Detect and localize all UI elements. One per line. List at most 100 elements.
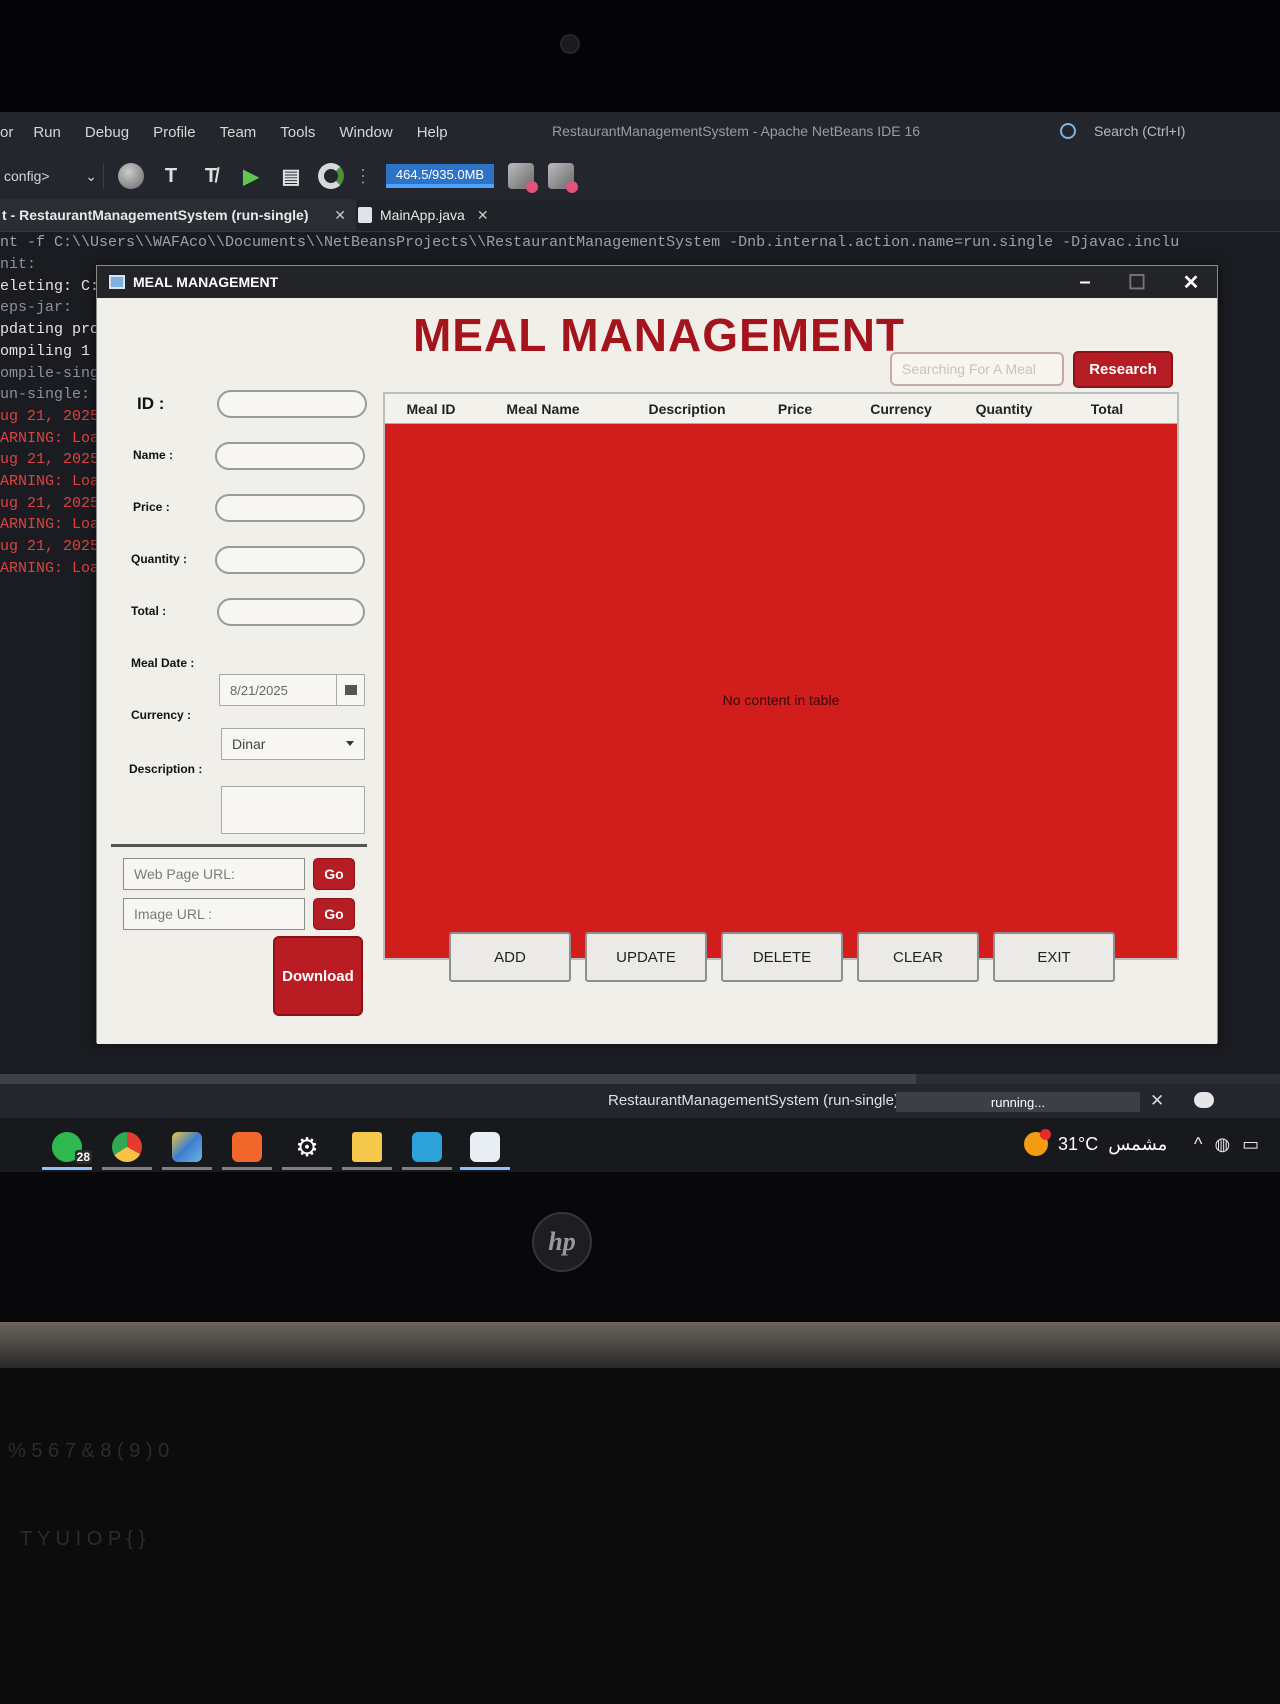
update-button[interactable]: UPDATE	[585, 932, 707, 982]
close-icon[interactable]: ✕	[334, 207, 346, 224]
ide-toolbar: config> ⌄ T T̸ ▶ ▤ ⋮ 464.5/935.0MB	[0, 152, 1280, 200]
console-lines: nit: eleting: C: eps-jar: pdating pro ompili…	[0, 254, 99, 580]
quantity-field[interactable]	[215, 546, 365, 574]
whatsapp-icon[interactable]: 28	[38, 1124, 96, 1170]
file-icon	[358, 207, 372, 223]
xampp-icon[interactable]	[218, 1124, 276, 1170]
name-field[interactable]	[215, 442, 365, 470]
menu-profile[interactable]: Profile	[153, 124, 196, 141]
web-url-placeholder: Web Page URL:	[134, 866, 235, 882]
laptop-bezel-top	[0, 0, 1280, 112]
console-line: ug 21, 2025	[0, 494, 100, 512]
stop-run-icon[interactable]: ✕	[1150, 1091, 1164, 1111]
horizontal-scrollbar-thumb[interactable]	[0, 1074, 916, 1084]
menu-help[interactable]: Help	[417, 124, 448, 141]
meals-table[interactable]: Meal ID Meal Name Description Price Curr…	[383, 392, 1179, 960]
profile-icon[interactable]	[318, 163, 344, 189]
page-title: MEAL MANAGEMENT	[412, 309, 906, 361]
column-description[interactable]: Description	[607, 401, 767, 417]
close-icon[interactable]: ✕	[477, 207, 489, 224]
app-icon[interactable]	[398, 1124, 456, 1170]
menu-source[interactable]: or	[0, 124, 13, 141]
calendar-icon[interactable]	[336, 675, 364, 705]
description-label: Description :	[129, 762, 203, 776]
run-icon[interactable]: ▶	[238, 163, 264, 189]
maximize-icon[interactable]: ☐	[1117, 268, 1157, 296]
minimize-icon[interactable]: –	[1065, 268, 1105, 296]
console-line: ARNING: Loa	[0, 473, 100, 491]
total-field[interactable]	[217, 598, 365, 626]
gc-icon[interactable]	[508, 163, 538, 193]
description-field[interactable]	[221, 786, 365, 834]
column-currency[interactable]: Currency	[855, 401, 947, 417]
menu-run[interactable]: Run	[33, 124, 61, 141]
column-total[interactable]: Total	[1065, 401, 1149, 417]
globe-icon[interactable]: ◍	[1214, 1134, 1230, 1155]
sun-icon	[1024, 1129, 1051, 1156]
tab-mainapp[interactable]: MainApp.java ✕	[356, 199, 499, 231]
close-window-icon[interactable]: ✕	[1171, 268, 1211, 296]
memory-indicator[interactable]: 464.5/935.0MB	[386, 164, 494, 188]
weather-text: مشمس	[1108, 1133, 1168, 1154]
window-app-icon	[109, 275, 125, 289]
column-meal-name[interactable]: Meal Name	[481, 401, 605, 417]
console-line: eps-jar:	[0, 299, 73, 317]
settings-icon[interactable]: ⚙	[278, 1124, 336, 1170]
column-quantity[interactable]: Quantity	[955, 401, 1053, 417]
run-status-label: RestaurantManagementSystem (run-single)	[608, 1092, 899, 1109]
meal-search-input[interactable]: Searching For A Meal	[890, 352, 1064, 386]
price-label: Price :	[133, 500, 170, 514]
ide-search[interactable]: Search (Ctrl+I)	[1060, 118, 1270, 144]
tab-run-output[interactable]: t - RestaurantManagementSystem (run-sing…	[0, 199, 356, 231]
file-explorer-icon[interactable]	[338, 1124, 396, 1170]
build-hammer-icon[interactable]: T	[158, 163, 184, 189]
horizontal-scrollbar-track[interactable]	[916, 1074, 1280, 1084]
web-page-url-input[interactable]: Web Page URL:	[123, 858, 305, 890]
quantity-label: Quantity :	[131, 552, 187, 566]
image-go-button[interactable]: Go	[313, 898, 355, 930]
meal-date-picker[interactable]: 8/21/2025	[219, 674, 365, 706]
debug-icon[interactable]: ▤	[278, 163, 304, 189]
menu-debug[interactable]: Debug	[85, 124, 129, 141]
notifications-icon[interactable]	[1194, 1092, 1214, 1108]
price-field[interactable]	[215, 494, 365, 522]
laptop-screen: or Run Debug Profile Team Tools Window H…	[0, 112, 1280, 1172]
laptop-base-edge	[0, 1322, 1280, 1368]
exit-button[interactable]: EXIT	[993, 932, 1115, 982]
output-tabbar: t - RestaurantManagementSystem (run-sing…	[0, 199, 1280, 232]
clear-button[interactable]: CLEAR	[857, 932, 979, 982]
clean-build-icon[interactable]: T̸	[198, 163, 224, 189]
image-url-input[interactable]: Image URL :	[123, 898, 305, 930]
config-label: config>	[4, 168, 50, 184]
chrome-icon[interactable]	[98, 1124, 156, 1170]
netbeans-icon[interactable]	[158, 1124, 216, 1170]
delete-button[interactable]: DELETE	[721, 932, 843, 982]
battery-icon[interactable]: ▭	[1242, 1134, 1259, 1155]
web-go-button[interactable]: Go	[313, 858, 355, 890]
config-select[interactable]: config> ⌄	[0, 163, 104, 189]
column-price[interactable]: Price	[755, 401, 835, 417]
download-button[interactable]: Download	[273, 936, 363, 1016]
console-line: ompile-sing	[0, 364, 100, 382]
gc-icon-2[interactable]	[548, 163, 578, 193]
window-titlebar[interactable]: MEAL MANAGEMENT – ☐ ✕	[97, 266, 1217, 298]
globe-icon[interactable]	[118, 163, 144, 189]
ide-search-placeholder: Search (Ctrl+I)	[1094, 123, 1186, 139]
whatsapp-badge: 28	[74, 1150, 92, 1164]
research-button[interactable]: Research	[1073, 351, 1173, 388]
menu-tools[interactable]: Tools	[280, 124, 315, 141]
add-button[interactable]: ADD	[449, 932, 571, 982]
windows-taskbar: 28 ⚙ 31°C مشمس ^ ◍ ▭	[0, 1118, 1280, 1172]
menu-window[interactable]: Window	[339, 124, 392, 141]
name-label: Name :	[133, 448, 174, 462]
menu-team[interactable]: Team	[220, 124, 257, 141]
console-line: un-single:	[0, 386, 91, 404]
chevron-up-icon[interactable]: ^	[1194, 1134, 1202, 1155]
currency-select[interactable]: Dinar	[221, 728, 365, 760]
column-meal-id[interactable]: Meal ID	[391, 401, 471, 417]
ide-window-title: RestaurantManagementSystem - Apache NetB…	[552, 123, 921, 139]
weather-widget[interactable]: 31°C مشمس	[1024, 1129, 1168, 1156]
id-field[interactable]	[217, 390, 367, 418]
java-icon[interactable]	[456, 1124, 514, 1170]
console-line: ARNING: Loa	[0, 559, 100, 577]
